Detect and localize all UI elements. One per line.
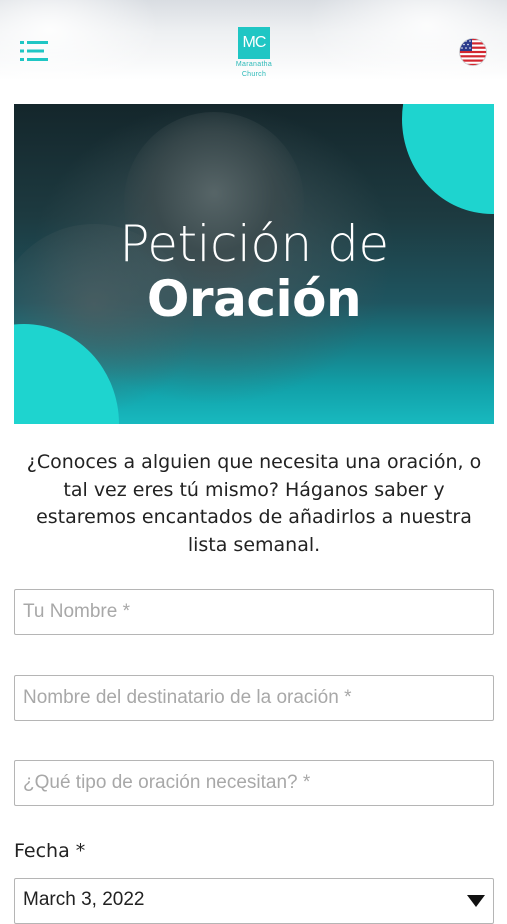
logo-mark: MC [238, 27, 270, 59]
date-label: Fecha * [14, 840, 86, 862]
logo-name-line1: Maranatha [235, 61, 273, 68]
date-select[interactable]: March 3, 2022 [14, 878, 494, 924]
intro-text: ¿Conoces a alguien que necesita una orac… [26, 451, 482, 556]
recipient-name-input[interactable] [15, 676, 493, 720]
app-header: MC Maranatha Church [0, 0, 507, 80]
prayer-type-input[interactable] [15, 761, 493, 805]
name-input[interactable] [15, 590, 493, 634]
date-value: March 3, 2022 [23, 889, 145, 910]
hamburger-menu-icon[interactable] [20, 40, 48, 62]
prayer-request-banner: Petición de Oración [14, 104, 494, 424]
us-flag-icon[interactable] [459, 38, 487, 66]
church-logo[interactable]: MC Maranatha Church [228, 27, 280, 79]
name-field-wrapper [14, 589, 494, 635]
logo-name-line2: Church [241, 71, 267, 78]
recipient-field-wrapper [14, 675, 494, 721]
dropdown-caret-icon [467, 895, 485, 907]
banner-accent-circle-top [402, 104, 494, 214]
banner-title-line2: Oración [146, 270, 362, 328]
prayer-type-field-wrapper [14, 760, 494, 806]
banner-title-line1: Petición de [119, 215, 389, 273]
